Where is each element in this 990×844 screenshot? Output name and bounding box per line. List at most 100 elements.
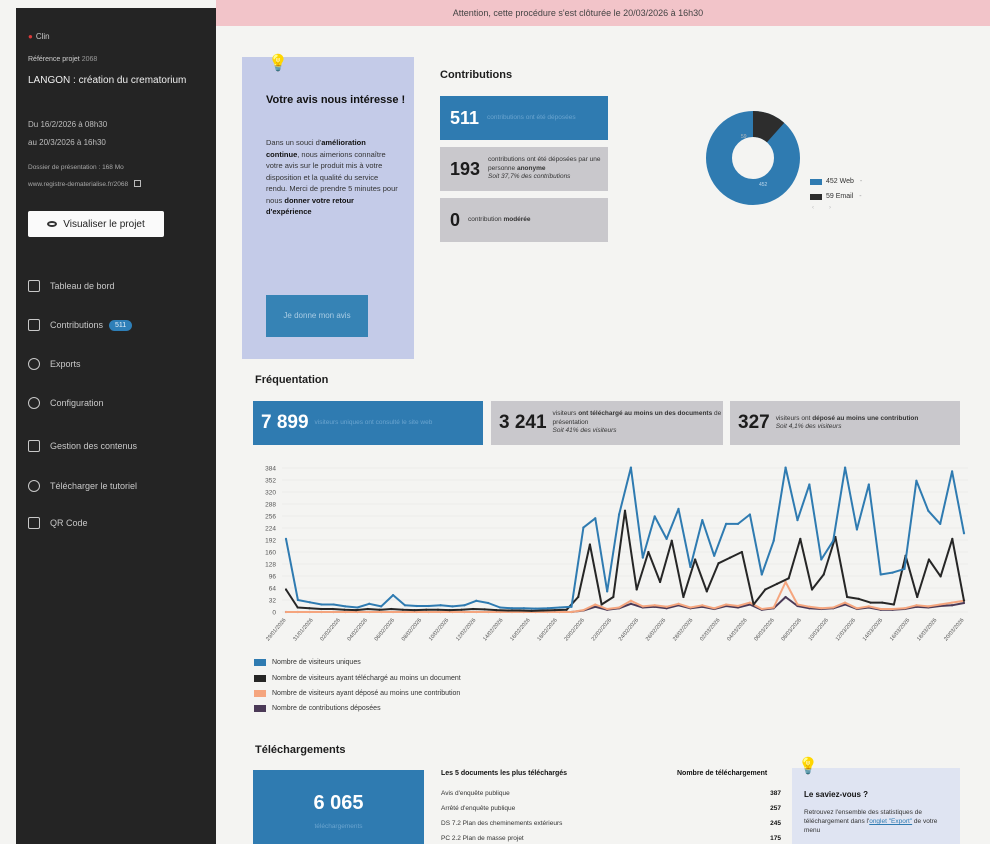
nav-exports[interactable]: Exports bbox=[28, 354, 218, 374]
data-point bbox=[553, 609, 556, 612]
copy-icon[interactable] bbox=[134, 180, 142, 187]
legend-pager[interactable]: ‹ › bbox=[812, 205, 831, 211]
table-row[interactable]: Avis d'enquête publique 387 bbox=[441, 790, 781, 797]
data-point bbox=[641, 605, 644, 608]
data-point bbox=[413, 609, 416, 612]
top5-title: Les 5 documents les plus téléchargés bbox=[441, 770, 568, 777]
data-point bbox=[857, 597, 860, 600]
donut-email-label: 59 bbox=[741, 134, 747, 140]
client-dot-icon: ● bbox=[28, 32, 33, 41]
x-tick-label: 06/02/2026 bbox=[374, 617, 396, 642]
x-tick-label: 18/02/2026 bbox=[536, 617, 558, 642]
legend-label-3: Nombre de visiteurs ayant déposé au moin… bbox=[272, 690, 461, 697]
unique-visitors-text: visiteurs uniques ont consulté le site w… bbox=[314, 418, 433, 426]
project-url-text[interactable]: www.registre-dematerialise.fr/2068 bbox=[28, 181, 128, 188]
document-icon bbox=[28, 440, 40, 452]
feedback-text-1: Dans un souci d' bbox=[266, 138, 322, 147]
project-url[interactable]: www.registre-dematerialise.fr/2068 bbox=[28, 180, 142, 188]
total-downloads-box: 6 065 téléchargements bbox=[253, 770, 424, 844]
data-point bbox=[320, 603, 323, 606]
data-point bbox=[694, 558, 697, 561]
data-point bbox=[962, 532, 966, 535]
ct-text-bold: déposé au moins une contribution bbox=[812, 414, 919, 422]
gear-icon bbox=[28, 397, 40, 409]
data-point bbox=[606, 607, 609, 611]
tip-text: Retrouvez l'ensemble des statistiques de… bbox=[804, 808, 954, 835]
comment-icon bbox=[28, 319, 40, 331]
feedback-text: Dans un souci d'amélioration continue, n… bbox=[266, 137, 398, 218]
export-tab-link[interactable]: onglet "Export" bbox=[869, 818, 912, 825]
legend-swatch-4 bbox=[254, 705, 266, 712]
x-tick-label: 12/02/2026 bbox=[455, 617, 477, 642]
legend-contributions[interactable]: Nombre de contributions déposées bbox=[254, 705, 381, 712]
data-point bbox=[736, 522, 740, 525]
legend-unique-visitors[interactable]: Nombre de visiteurs uniques bbox=[254, 659, 361, 666]
table-row[interactable]: Arrêté d'enquête publique 257 bbox=[441, 805, 781, 812]
x-tick-label: 20/02/2026 bbox=[564, 617, 586, 642]
data-point bbox=[787, 577, 790, 580]
x-tick-label: 31/01/2026 bbox=[292, 617, 314, 642]
data-point bbox=[425, 608, 428, 611]
legend-email-toggle[interactable]: - bbox=[859, 193, 861, 200]
data-point bbox=[641, 556, 644, 559]
nav-dashboard[interactable]: Tableau de bord bbox=[28, 276, 218, 296]
y-tick-label: 256 bbox=[265, 514, 276, 521]
legend-web-toggle[interactable]: - bbox=[860, 178, 862, 185]
nav-contributions[interactable]: Contributions 511 bbox=[28, 315, 218, 335]
contribution-source-donut: 59 452 bbox=[706, 111, 800, 205]
data-point bbox=[832, 539, 835, 542]
data-point bbox=[534, 607, 537, 610]
legend-contributors[interactable]: Nombre de visiteurs ayant déposé au moin… bbox=[254, 690, 460, 697]
dl-text-bold: ont téléchargé au moins un des documents bbox=[578, 410, 713, 418]
moderated-text-bold: modérée bbox=[503, 215, 531, 223]
data-point bbox=[677, 602, 680, 605]
data-point bbox=[713, 554, 716, 557]
data-point bbox=[799, 537, 802, 540]
downloaders-box: 3 241 visiteurs ont téléchargé au moins … bbox=[491, 401, 723, 445]
data-point bbox=[401, 608, 404, 611]
data-point bbox=[366, 607, 369, 611]
nav-content-management[interactable]: Gestion des contenus bbox=[28, 436, 218, 456]
nav-configuration[interactable]: Configuration bbox=[28, 393, 218, 413]
data-point bbox=[368, 610, 371, 614]
ref-label: Référence projet bbox=[28, 56, 80, 63]
data-point bbox=[891, 607, 894, 611]
x-tick-label: 10/02/2026 bbox=[428, 617, 450, 642]
data-point bbox=[460, 608, 463, 611]
data-point bbox=[436, 608, 440, 611]
data-point bbox=[962, 601, 966, 605]
data-point bbox=[427, 604, 430, 608]
ct-text-a: visiteurs ont bbox=[775, 414, 811, 422]
data-point bbox=[689, 606, 692, 609]
table-row[interactable]: PC 2.2 Plan de masse projet 175 bbox=[441, 835, 781, 842]
x-tick-label: 12/03/2026 bbox=[835, 617, 857, 642]
data-point bbox=[475, 610, 478, 614]
data-point bbox=[495, 609, 498, 612]
feedback-title: Votre avis nous intéresse ! bbox=[266, 94, 406, 106]
data-point bbox=[796, 519, 799, 522]
data-point bbox=[296, 606, 299, 609]
data-point bbox=[748, 601, 751, 604]
x-tick-label: 16/02/2026 bbox=[509, 617, 531, 642]
legend-downloaders[interactable]: Nombre de visiteurs ayant téléchargé au … bbox=[254, 675, 461, 682]
table-row[interactable]: DS 7.2 Plan des cheminements extérieurs 2… bbox=[441, 820, 781, 827]
data-point bbox=[546, 607, 549, 610]
give-feedback-button[interactable]: Je donne mon avis bbox=[266, 295, 368, 337]
data-point bbox=[570, 605, 573, 608]
data-point bbox=[344, 605, 347, 608]
nav-tutorial[interactable]: Télécharger le tutoriel bbox=[28, 476, 218, 496]
feedback-card: 💡 Votre avis nous intéresse ! Dans un so… bbox=[242, 55, 414, 359]
data-point bbox=[892, 603, 895, 606]
data-point bbox=[606, 590, 609, 593]
nav-qr-code[interactable]: QR Code bbox=[28, 513, 218, 533]
legend-swatch-2 bbox=[254, 675, 266, 682]
data-point bbox=[570, 610, 573, 614]
anonymous-number: 193 bbox=[450, 158, 481, 179]
view-project-button[interactable]: Visualiser le projet bbox=[28, 211, 164, 237]
contributors-text: visiteurs ont déposé au moins une contri… bbox=[776, 415, 919, 432]
frequentation-line-chart: 0 32 64 96 128 160 192 224 256 288 320 352 384 29/01/… bbox=[265, 466, 968, 642]
data-point bbox=[522, 607, 525, 610]
data-point bbox=[308, 610, 311, 614]
data-point bbox=[612, 595, 615, 599]
data-point bbox=[415, 610, 418, 614]
